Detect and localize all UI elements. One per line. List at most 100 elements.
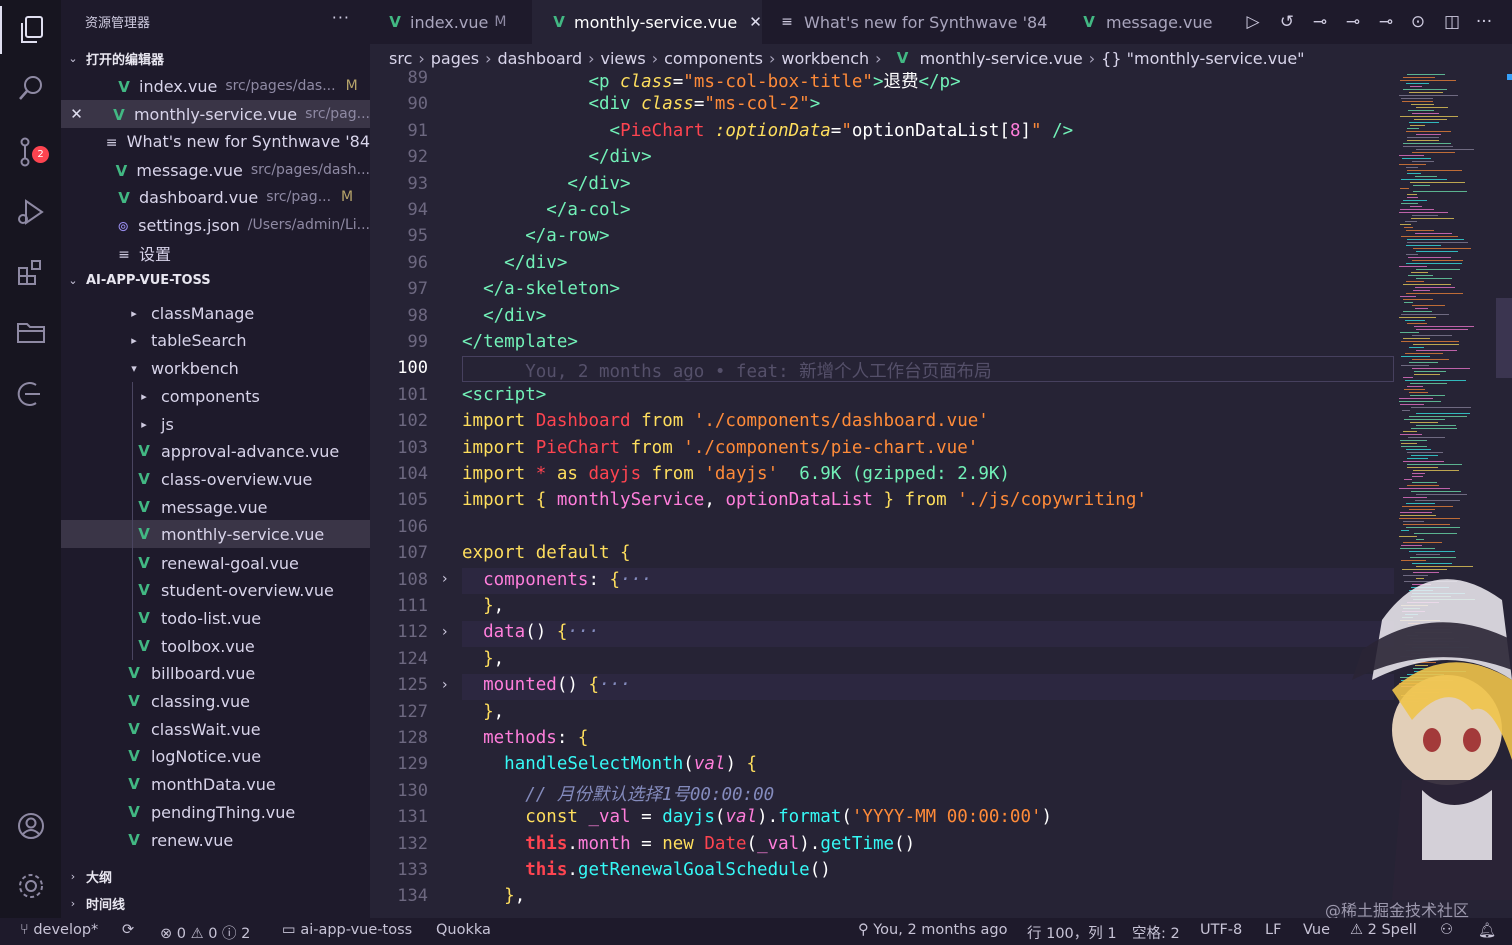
tab-index-vue[interactable]: V index.vue M [370,0,532,44]
tree-file[interactable]: Vrenewal-goal.vue [61,549,370,577]
git-compare-icon[interactable]: ⊸ [1309,11,1331,33]
open-editor-item[interactable]: Vdashboard.vue src/pag... M [61,183,370,211]
tree-file[interactable]: Vapproval-advance.vue [61,437,370,465]
tree-file[interactable]: VlogNotice.vue [61,742,370,770]
extensions-icon[interactable] [0,248,61,296]
breadcrumb-item[interactable]: workbench [781,49,869,68]
code-line[interactable]: </template> [462,332,578,352]
code-line[interactable]: import PieChart from './components/pie-c… [462,438,978,458]
tree-folder[interactable]: ▸ classManage [61,299,370,327]
code-line[interactable]: </div> [462,174,630,194]
code-line[interactable]: </div> [462,253,567,273]
tree-file[interactable]: Vtodo-list.vue [61,604,370,632]
tree-folder[interactable]: ▸ components [61,382,370,410]
settings-gear-icon[interactable] [0,862,61,910]
search-icon[interactable] [0,64,61,112]
code-line[interactable]: }, [462,886,525,906]
tree-folder[interactable]: ▸ js [61,410,370,438]
chevron-right-icon[interactable]: › [442,624,448,640]
code-line[interactable]: methods: { [462,728,588,748]
breadcrumb-item[interactable]: pages [431,49,479,68]
code-line[interactable]: </a-col> [462,200,630,220]
feedback-icon[interactable]: ⚇ [1440,922,1453,938]
code-line[interactable]: }, [462,649,504,669]
code-line[interactable]: }, [462,596,504,616]
breadcrumb-item[interactable]: dashboard [497,49,582,68]
close-icon[interactable]: ✕ [61,105,92,123]
code-line[interactable]: You, 2 months ago • feat: 新增个人工作台页面布局 [462,358,991,383]
code-line[interactable]: </div> [462,306,546,326]
folder-indicator[interactable]: ▭ ai-app-vue-toss [282,922,412,938]
quokka-button[interactable]: Quokka [436,922,491,938]
code-line[interactable]: </a-skeleton> [462,279,620,299]
code-editor[interactable]: 89 90 91 92 93 94 95 96 97 98 99 100 101 102 103 104 105… [370,66,1395,918]
code-line[interactable]: this.getRenewalGoalSchedule() [462,860,831,880]
tree-file[interactable]: Vstudent-overview.vue [61,576,370,604]
sync-icon[interactable]: ⟳ [122,922,134,938]
source-control-icon[interactable]: 2 [0,128,61,176]
code-line[interactable]: this.month = new Date(_val).getTime() [462,834,915,854]
run-debug-icon[interactable] [0,188,61,236]
tree-file[interactable]: Vmonthly-service.vue [61,520,370,548]
breadcrumb-symbol[interactable]: {} "monthly-service.vue" [1101,49,1304,68]
code-line[interactable]: </a-row> [462,226,609,246]
code-line[interactable]: <script> [462,385,546,405]
chevron-right-icon[interactable]: › [442,571,448,587]
outline-section[interactable]: › 大纲 [61,862,370,890]
tree-file[interactable]: Vbillboard.vue [61,659,370,687]
code-line[interactable]: <p class="ms-col-box-title">退费</p> [462,68,960,93]
code-line[interactable]: mounted() {··· [462,675,631,695]
run-icon[interactable]: ▷ [1242,11,1264,33]
code-line[interactable]: export default { [462,543,631,563]
code-line[interactable]: <div class="ms-col-2"> [462,94,820,114]
tree-file[interactable]: Vclass-overview.vue [61,465,370,493]
tree-file[interactable]: Vclassing.vue [61,687,370,715]
history-icon[interactable]: ↺ [1276,11,1298,33]
open-editor-item[interactable]: ≡ 设置 [61,239,370,267]
tab-monthly-service-vue[interactable]: V monthly-service.vue ✕ [532,0,762,44]
split-editor-icon[interactable]: ◫ [1441,11,1463,33]
code-line[interactable]: import * as dayjs from 'dayjs' 6.9K (gzi… [462,464,1010,484]
git-next-icon[interactable]: ⊸ [1375,11,1397,33]
project-header[interactable]: ⌄ AI-APP-VUE-TOSS [61,266,370,294]
code-line[interactable]: const _val = dayjs(val).format('YYYY-MM … [462,807,1052,827]
breadcrumb-item[interactable]: src [389,49,412,68]
indentation[interactable]: 空格: 2 [1132,922,1180,943]
open-editors-header[interactable]: ⌄ 打开的编辑器 [61,44,370,72]
open-editor-item[interactable]: ✕ Vmonthly-service.vue src/pag... [61,100,370,128]
encoding[interactable]: UTF-8 [1200,922,1242,938]
git-commit-icon[interactable]: ⊸ [1342,11,1364,33]
tree-file[interactable]: Vmessage.vue [61,493,370,521]
code-line[interactable]: handleSelectMonth(val) { [462,754,757,774]
explorer-icon[interactable] [0,6,61,54]
breadcrumb-item[interactable]: views [601,49,646,68]
problems-indicator[interactable]: ⊗ 0 ⚠ 0 ⓘ 2 [160,922,250,943]
account-icon[interactable] [0,802,61,850]
line-ending[interactable]: LF [1265,922,1281,938]
code-line[interactable]: import { monthlyService, optionDataList … [462,490,1147,510]
git-blame-indicator[interactable]: ⚲ You, 2 months ago [858,922,1007,938]
cursor-position[interactable]: 行 100，列 1 [1027,922,1117,943]
code-line[interactable]: import Dashboard from './components/dash… [462,411,989,431]
tree-file[interactable]: VpendingThing.vue [61,798,370,826]
more-actions-icon[interactable]: ··· [332,8,350,27]
timeline-section[interactable]: › 时间线 [61,889,370,917]
language-mode[interactable]: Vue [1303,922,1330,938]
code-line[interactable]: data() {··· [462,622,599,642]
scrollbar-thumb[interactable] [1496,298,1512,378]
remote-explorer-icon[interactable] [0,370,61,418]
tree-file[interactable]: Vtoolbox.vue [61,632,370,660]
folder-icon[interactable] [0,308,61,356]
code-line[interactable]: // 月份默认选择1号00:00:00 [462,781,774,806]
open-editor-item[interactable]: Vindex.vue src/pages/das... M [61,72,370,100]
gitlens-icon[interactable]: ⊙ [1407,11,1429,33]
spell-indicator[interactable]: ⚠ 2 Spell [1350,922,1417,938]
code-line[interactable]: <PieChart :optionData="optionDataList[8]… [462,121,1074,141]
more-actions-icon[interactable]: ··· [1473,11,1495,33]
open-editor-item[interactable]: ⊚ settings.json/Users/admin/Li... [61,211,370,239]
tree-file[interactable]: VclassWait.vue [61,715,370,743]
open-editor-item[interactable]: ≡ What's new for Synthwave '84 [61,127,370,155]
code-line[interactable]: }, [462,702,504,722]
tree-file[interactable]: VmonthData.vue [61,770,370,798]
tab-message-vue[interactable]: V message.vue [1062,0,1224,44]
